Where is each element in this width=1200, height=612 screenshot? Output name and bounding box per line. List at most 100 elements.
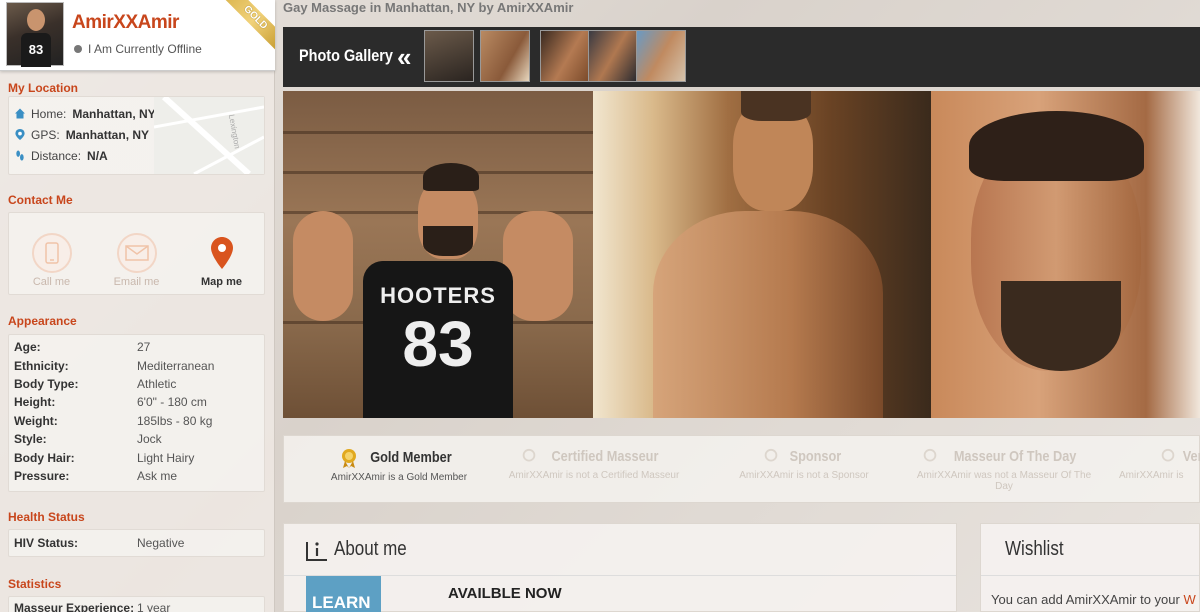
hero-photo-1[interactable]: HOOTERS 83 — [283, 91, 593, 418]
wishlist-panel: Wishlist You can add AmirXXAmir to your … — [980, 523, 1200, 612]
gold-ribbon: GOLD — [221, 0, 275, 52]
sidebar: 83 AmirXXAmir I Am Currently Offline GOL… — [0, 0, 275, 612]
attr-value: Athletic — [137, 376, 177, 391]
attr-value: 1 year — [137, 601, 171, 612]
gallery-thumb[interactable] — [540, 30, 590, 82]
wishlist-link[interactable]: W — [1183, 592, 1195, 607]
badge-name: Ver — [1183, 448, 1200, 466]
gallery-thumb[interactable] — [636, 30, 686, 82]
attr-row-ethnicity: Ethnicity: Mediterranean — [9, 356, 264, 374]
call-me-button[interactable]: Call me — [17, 233, 87, 288]
attr-key: Weight: — [14, 413, 58, 428]
badges-row: Gold Member AmirXXAmir is a Gold Member … — [283, 435, 1200, 503]
attr-value: 185lbs - 80 kg — [137, 413, 213, 428]
badge-name: Gold Member — [370, 449, 452, 467]
attr-row-age: Age: 27 — [9, 338, 264, 356]
gallery-prev-button[interactable]: « — [397, 42, 411, 73]
attr-value: 6'0" - 180 cm — [137, 395, 207, 410]
attr-row-height: Height: 6'0" - 180 cm — [9, 393, 264, 411]
badge-name: Sponsor — [789, 448, 842, 466]
learn-more-banner[interactable]: LEARN MORE — [306, 576, 381, 612]
jersey-text: HOOTERS — [380, 283, 496, 308]
wishlist-text-body: You can add AmirXXAmir to your — [991, 592, 1180, 607]
hair — [741, 91, 811, 121]
wishlist-text: You can add AmirXXAmir to your W — [991, 592, 1196, 607]
profile-card: 83 AmirXXAmir I Am Currently Offline GOL… — [0, 0, 275, 71]
attr-key: Age: — [14, 340, 41, 355]
torso — [653, 211, 883, 418]
beard — [1001, 281, 1121, 371]
gold-medal-icon — [341, 449, 356, 468]
map-marker-icon — [202, 233, 242, 273]
trophy-icon — [923, 448, 936, 462]
avatar[interactable]: 83 — [6, 2, 64, 67]
badge-masseur-of-the-day: Masseur Of The Day AmirXXAmir was not a … — [909, 448, 1099, 492]
email-me-button[interactable]: Email me — [102, 233, 172, 288]
home-value: Manhattan, NY — [72, 106, 156, 121]
profile-name[interactable]: AmirXXAmir — [72, 12, 179, 34]
map-me-label: Map me — [201, 276, 242, 288]
footprint-icon — [16, 150, 24, 161]
attr-row-pressure: Pressure: Ask me — [9, 467, 264, 485]
badge-desc: AmirXXAmir is not a Certified Masseur — [508, 470, 680, 482]
badge-desc: AmirXXAmir is a Gold Member — [330, 472, 468, 483]
badge-desc: AmirXXAmir is — [1119, 470, 1184, 482]
home-icon — [15, 108, 25, 119]
arm-right — [503, 211, 573, 321]
attr-value: Mediterranean — [137, 358, 215, 373]
hero-photo-2[interactable] — [593, 91, 931, 418]
jersey-graphic: HOOTERS 83 — [363, 261, 513, 418]
badge-sponsor: Sponsor AmirXXAmir is not a Sponsor — [724, 448, 884, 481]
email-me-label: Email me — [113, 276, 160, 288]
divider — [284, 575, 956, 576]
health-title: Health Status — [8, 510, 85, 524]
divider — [981, 575, 1199, 576]
gallery-title: Photo Gallery — [299, 46, 393, 65]
location-box: Lexington Home: Manhattan, NY GPS: Manha… — [8, 96, 265, 175]
home-label: Home: — [31, 106, 67, 121]
about-text: AVAILBLE NOW — [448, 585, 562, 602]
wishlist-title: Wishlist — [1005, 538, 1064, 560]
attr-key: Body Hair: — [14, 450, 75, 465]
attr-key: Pressure: — [14, 468, 70, 483]
attr-row-experience: Masseur Experience: 1 year — [9, 599, 264, 612]
status-text: I Am Currently Offline — [88, 42, 202, 56]
badge-certified-masseur: Certified Masseur AmirXXAmir is not a Ce… — [494, 448, 694, 481]
attr-key: Height: — [14, 395, 56, 410]
beard — [423, 226, 473, 256]
distance-value: N/A — [87, 148, 108, 163]
jersey-number: 83 — [402, 308, 474, 380]
envelope-icon — [116, 233, 157, 273]
attr-row-body-type: Body Type: Athletic — [9, 375, 264, 393]
map-me-button[interactable]: Map me — [187, 233, 257, 288]
info-icon — [306, 541, 327, 561]
badge-verified: Ver AmirXXAmir is — [1119, 448, 1200, 481]
attr-value: 27 — [137, 340, 151, 355]
location-title: My Location — [8, 81, 79, 95]
health-box: HIV Status: Negative — [8, 529, 265, 557]
attr-value: Ask me — [137, 468, 178, 483]
verified-icon — [1161, 448, 1175, 462]
attr-row-body-hair: Body Hair: Light Hairy — [9, 448, 264, 466]
contact-title: Contact Me — [8, 193, 73, 207]
badge-name: Certified Masseur — [551, 448, 659, 466]
map-thumbnail[interactable] — [154, 97, 264, 174]
about-title-text: About me — [334, 538, 407, 560]
hero-photo-strip[interactable]: HOOTERS 83 — [283, 91, 1200, 418]
attr-value: Light Hairy — [137, 450, 195, 465]
gallery-thumb[interactable] — [588, 30, 638, 82]
attr-row-style: Style: Jock — [9, 430, 264, 448]
attr-value: Jock — [137, 432, 162, 447]
page-heading: Gay Massage in Manhattan, NY by AmirXXAm… — [283, 0, 574, 15]
statistics-box: Masseur Experience: 1 year — [8, 596, 265, 612]
avatar-jersey: 83 — [21, 33, 51, 67]
avatar-head — [27, 9, 45, 31]
attr-key: Body Type: — [14, 376, 79, 391]
gallery-thumb[interactable] — [424, 30, 474, 82]
attr-key: HIV Status: — [14, 536, 79, 551]
appearance-title: Appearance — [8, 314, 77, 328]
gallery-thumb[interactable] — [480, 30, 530, 82]
hero-photo-3[interactable] — [931, 91, 1200, 418]
about-title: About me — [306, 538, 420, 561]
about-me-panel: About me LEARN MORE AVAILBLE NOW — [283, 523, 957, 612]
